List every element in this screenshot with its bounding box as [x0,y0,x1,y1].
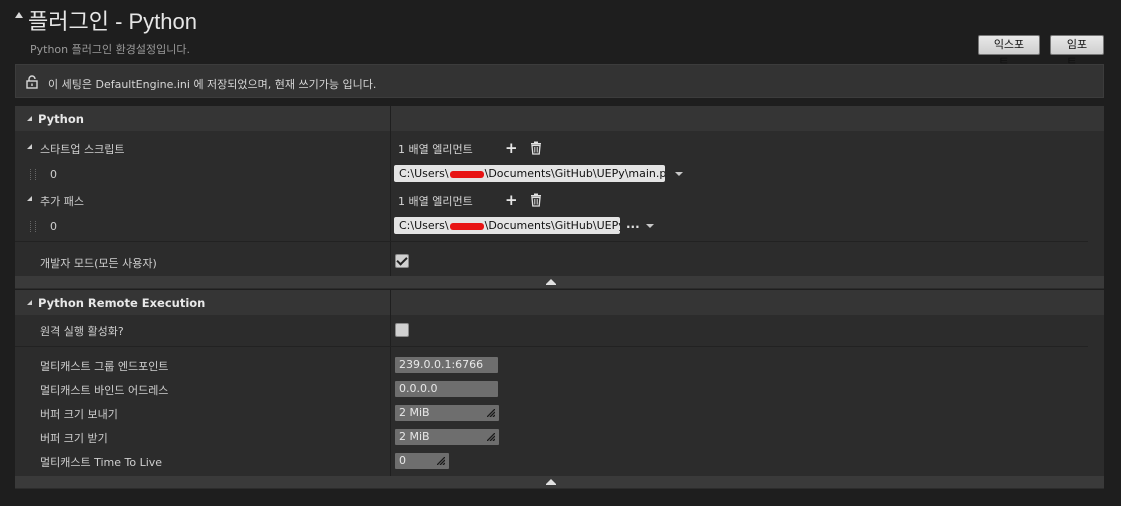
array-index: 0 [50,220,57,233]
multicast-group-endpoint-label: 멀티캐스트 그룹 엔드포인트 [40,360,169,373]
additional-paths-expand-arrow-icon[interactable] [27,196,32,201]
path-suffix: \Documents\GitHub\UEPy\main.py [484,167,665,180]
trash-icon[interactable] [529,193,543,207]
drag-handle-icon[interactable] [30,169,36,180]
collapse-arrow-icon[interactable] [546,279,556,285]
import-button[interactable]: 임포트... [1050,35,1104,69]
column-divider[interactable] [390,106,391,276]
enable-remote-label: 원격 실행 활성화? [40,325,124,338]
add-element-plus-icon[interactable]: + [505,141,518,156]
page-subtitle: Python 플러그인 환경설정입니다. [30,43,190,56]
additional-path-field[interactable]: C:\Users\ \Documents\GitHub\UEPy [394,217,620,234]
column-divider[interactable] [390,290,391,476]
resize-icon[interactable] [487,409,495,417]
collapse-title-arrow-icon[interactable] [15,12,23,18]
enable-remote-checkbox[interactable] [395,323,409,337]
category-header-remote-execution[interactable]: Python Remote Execution [15,290,1104,315]
category-expand-arrow-icon[interactable] [27,116,32,121]
remote-execution-panel: Python Remote Execution 원격 실행 활성화? 멀티캐스트… [15,290,1104,489]
category-title: Python Remote Execution [38,296,206,310]
row-separator [15,241,1088,242]
multicast-ttl-input[interactable]: 0 [395,453,449,469]
startup-script-path-field[interactable]: C:\Users\ \Documents\GitHub\UEPy\main.py [394,165,665,182]
multicast-group-endpoint-input[interactable]: 239.0.0.1:6766 [395,357,498,373]
multicast-bind-address-label: 멀티캐스트 바인드 어드레스 [40,384,169,397]
developer-mode-checkbox[interactable] [395,254,409,268]
path-prefix: C:\Users\ [399,219,449,232]
resize-icon[interactable] [437,457,445,465]
collapse-section-bar[interactable] [15,276,1104,288]
resize-icon[interactable] [487,433,495,441]
additional-paths-count: 1 배열 엘리먼트 [398,195,473,208]
python-settings-panel: Python 스타트업 스크립트 1 배열 엘리먼트 + 0 C:\Users\… [15,106,1104,289]
multicast-bind-address-input[interactable]: 0.0.0.0 [395,381,498,397]
lock-icon [26,75,38,89]
path-prefix: C:\Users\ [399,167,449,180]
trash-icon[interactable] [529,141,543,155]
path-suffix: \Documents\GitHub\UEPy [484,219,620,232]
receive-buffer-size-value: 2 MiB [399,430,430,443]
add-element-plus-icon[interactable]: + [505,193,518,208]
browse-ellipsis-icon[interactable]: ... [626,217,640,231]
redaction-mark [449,222,484,230]
dropdown-arrow-icon[interactable] [646,224,654,228]
multicast-ttl-label: 멀티캐스트 Time To Live [40,456,163,469]
array-index: 0 [50,168,57,181]
notice-text: 이 세팅은 DefaultEngine.ini 에 저장되었으며, 현재 쓰기가… [48,78,377,91]
category-header-python[interactable]: Python [15,106,1104,131]
startup-scripts-label: 스타트업 스크립트 [40,143,125,156]
export-button[interactable]: 익스포트... [978,35,1040,69]
developer-mode-label: 개발자 모드(모든 사용자) [40,257,157,270]
collapse-arrow-icon[interactable] [546,479,556,485]
collapse-section-bar[interactable] [15,476,1104,488]
category-expand-arrow-icon[interactable] [27,300,32,305]
send-buffer-size-input[interactable]: 2 MiB [395,405,499,421]
dropdown-arrow-icon[interactable] [675,172,683,176]
send-buffer-size-value: 2 MiB [399,406,430,419]
page-title: 플러그인 - Python [28,9,198,34]
category-title: Python [38,112,84,126]
startup-scripts-count: 1 배열 엘리먼트 [398,143,473,156]
send-buffer-size-label: 버퍼 크기 보내기 [40,408,118,421]
receive-buffer-size-input[interactable]: 2 MiB [395,429,499,445]
redaction-mark [449,170,484,178]
receive-buffer-size-label: 버퍼 크기 받기 [40,432,108,445]
drag-handle-icon[interactable] [30,221,36,232]
additional-paths-label: 추가 패스 [40,195,84,208]
config-notice-bar: 이 세팅은 DefaultEngine.ini 에 저장되었으며, 현재 쓰기가… [15,64,1104,98]
multicast-ttl-value: 0 [399,454,406,467]
row-separator [15,346,1088,347]
startup-scripts-expand-arrow-icon[interactable] [27,144,32,149]
